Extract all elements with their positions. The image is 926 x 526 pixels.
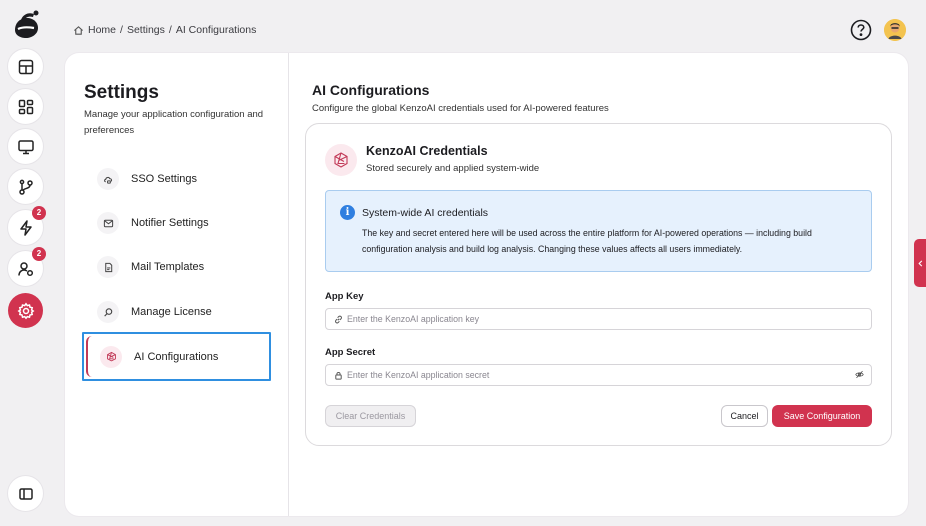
credentials-title: KenzoAI Credentials [366,144,488,158]
breadcrumb-separator: / [120,24,123,36]
nav-item-label: AI Configurations [134,350,219,363]
rail-user-settings-button[interactable]: 2 [8,247,46,286]
top-actions [850,19,906,41]
chevron-left-icon [917,259,922,267]
info-title: System-wide AI credentials [362,207,489,219]
grid-icon [18,99,33,114]
lock-icon [335,371,342,380]
nav-item-label: Manage License [131,306,212,318]
rail-collapse-button[interactable] [8,476,43,511]
app-key-field[interactable] [325,308,872,330]
info-alert: i System-wide AI credentials The key and… [325,190,872,272]
home-icon [74,25,83,35]
nav-item-mail-templates[interactable]: Mail Templates [97,255,204,279]
app-logo-icon[interactable] [9,8,43,42]
avatar[interactable] [884,19,906,41]
clear-credentials-button[interactable]: Clear Credentials [325,405,416,427]
ai-icon [100,345,122,368]
breadcrumb-separator: / [168,24,172,36]
cloud-lock-icon [97,168,119,190]
breadcrumb: Home / Settings / AI Configurations [73,24,256,36]
settings-title: Settings [84,82,159,103]
rail-apps-button[interactable] [8,89,43,124]
rail-settings-button[interactable] [8,293,43,328]
user-avatar-icon [884,19,906,41]
rail-dashboard-button[interactable] [8,49,43,84]
credentials-subtitle: Stored securely and applied system-wide [366,163,540,174]
breadcrumb-current: AI Configurations [175,24,257,36]
sidebar-toggle-icon [18,487,33,500]
help-icon[interactable] [850,19,872,41]
app-secret-input[interactable] [347,370,837,380]
search-icon [97,301,119,323]
side-drawer-toggle[interactable] [914,239,926,287]
lightning-icon [19,219,32,236]
link-icon [335,315,342,323]
monitor-icon [17,139,34,154]
notification-badge: 2 [32,206,46,220]
rail-activity-button[interactable]: 2 [8,206,46,245]
file-icon [97,256,119,278]
mail-icon [97,212,119,234]
app-key-input[interactable] [347,314,837,324]
layout-icon [18,59,33,74]
rail-pipelines-button[interactable] [8,169,43,204]
nav-item-label: Mail Templates [131,261,205,273]
nav-item-label: Notifier Settings [131,217,209,229]
nav-item-ai-configurations-inner: AI Configurations [86,336,267,377]
breadcrumb-home-link[interactable]: Home [88,24,116,36]
save-configuration-button[interactable]: Save Configuration [772,405,872,427]
app-rail: 2 2 [0,0,52,526]
main-card: Settings Manage your application configu… [65,53,908,516]
settings-pane: Settings Manage your application configu… [65,53,289,516]
app-key-label: App Key [325,291,364,302]
app-secret-field[interactable] [325,364,872,386]
kenzoai-icon [325,144,357,176]
page-subtitle: Configure the global KenzoAI credentials… [312,103,609,114]
breadcrumb-settings-link[interactable]: Settings [127,24,165,36]
credentials-card: KenzoAI Credentials Stored securely and … [305,123,892,446]
nav-item-ai-configurations[interactable]: AI Configurations [82,332,271,381]
app-secret-label: App Secret [325,347,376,358]
info-icon: i [340,205,355,220]
gear-icon [17,302,34,319]
notification-badge: 2 [32,247,46,261]
rail-monitor-button[interactable] [8,129,43,164]
nav-item-sso-settings[interactable]: SSO Settings [97,167,197,191]
nav-item-notifier-settings[interactable]: Notifier Settings [97,211,209,235]
user-gear-icon [17,261,33,276]
nav-item-label: SSO Settings [131,173,198,185]
page-title: AI Configurations [312,82,430,98]
settings-subtitle: Manage your application configuration an… [84,109,264,136]
nav-item-manage-license[interactable]: Manage License [97,300,212,324]
info-body: The key and secret entered here will be … [362,228,812,254]
eye-off-icon[interactable] [855,370,864,379]
git-branch-icon [18,179,33,195]
cancel-button[interactable]: Cancel [721,405,768,427]
